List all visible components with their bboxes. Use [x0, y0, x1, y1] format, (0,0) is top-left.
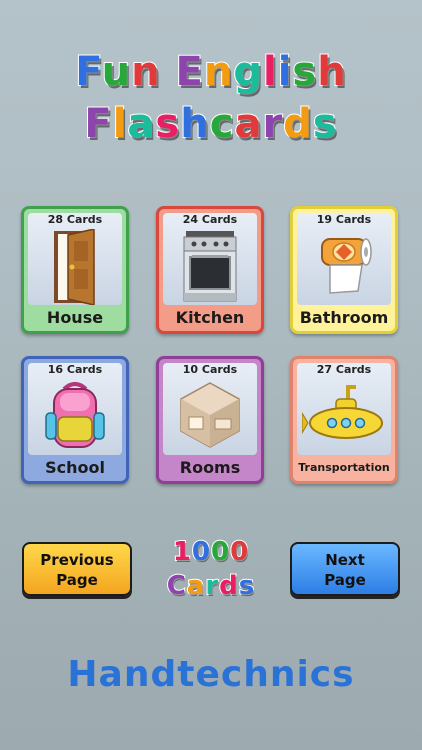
category-card-rooms[interactable]: 10 Cards Rooms [156, 356, 264, 484]
next-page-label-line1: Next [325, 551, 365, 569]
card-count: 10 Cards [182, 363, 238, 376]
card-count: 16 Cards [47, 363, 103, 376]
room-icon [180, 382, 240, 448]
app-title-line-2: Flashcards [0, 101, 422, 147]
category-card-transportation[interactable]: 27 Cards Transportation [290, 356, 398, 484]
card-label: Bathroom [299, 308, 389, 327]
card-label: School [45, 458, 105, 477]
card-label: Kitchen [175, 308, 245, 327]
previous-page-label-line1: Previous [40, 551, 114, 569]
card-count: 19 Cards [316, 213, 372, 226]
title-text: Flashcards [83, 101, 338, 147]
developer-brand: Handtechnics [67, 654, 355, 695]
card-count: 28 Cards [47, 213, 103, 226]
submarine-icon [302, 385, 383, 439]
card-label: Rooms [179, 458, 241, 477]
previous-page-button[interactable]: Previous Page [22, 542, 132, 596]
title-text: Fun English [74, 49, 347, 95]
next-page-button[interactable]: Next Page [290, 542, 400, 596]
card-label: House [46, 308, 104, 327]
stove-icon [183, 231, 237, 302]
category-card-school[interactable]: 16 Cards School [21, 356, 129, 484]
category-card-bathroom[interactable]: 19 Cards Bathroom [290, 206, 398, 334]
toilet-paper-icon [321, 238, 372, 294]
card-label: Transportation [298, 461, 390, 474]
backpack-icon [45, 382, 105, 448]
total-cards-count: 1000 [140, 536, 282, 568]
card-count: 27 Cards [316, 363, 372, 376]
app-title-line-1: Fun English [0, 49, 422, 95]
total-cards-number: 1000 [172, 536, 250, 568]
category-card-house[interactable]: 28 Cards House [21, 206, 129, 334]
total-cards-label: Cards [140, 570, 282, 602]
category-card-kitchen[interactable]: 24 Cards Kitchen [156, 206, 264, 334]
door-icon [54, 229, 95, 305]
previous-page-label-line2: Page [56, 571, 98, 589]
next-page-label-line2: Page [324, 571, 366, 589]
total-cards-word: Cards [166, 570, 256, 602]
card-count: 24 Cards [182, 213, 238, 226]
